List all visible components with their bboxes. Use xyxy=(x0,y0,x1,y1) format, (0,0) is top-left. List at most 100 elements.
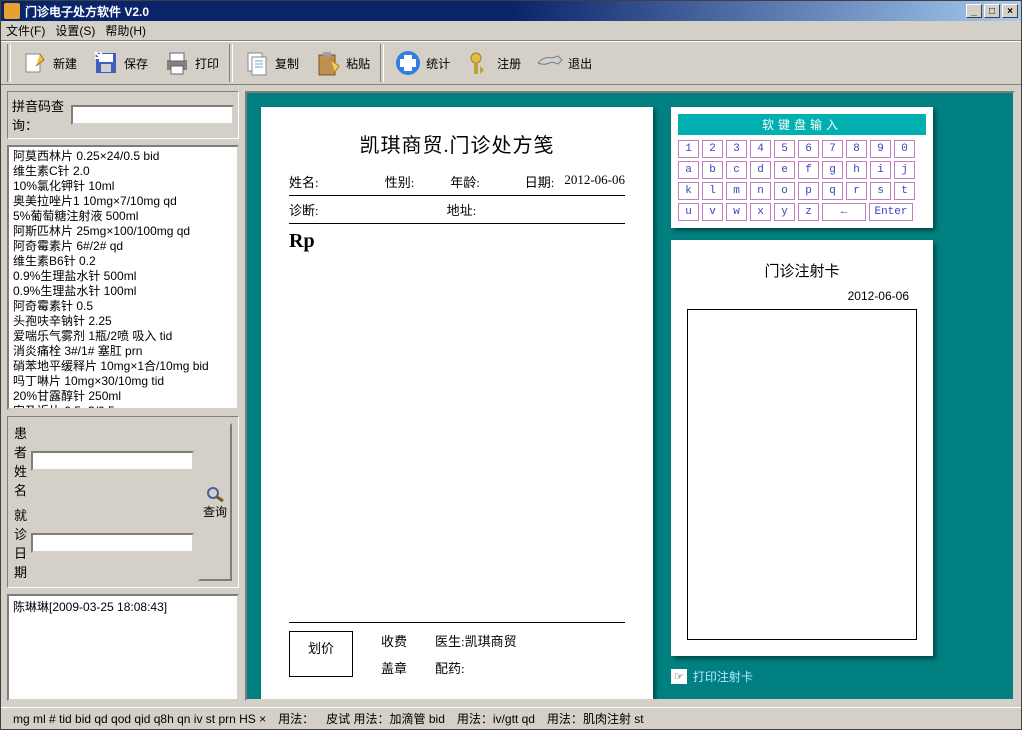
key-v[interactable]: v xyxy=(702,203,723,221)
new-button[interactable]: 新建 xyxy=(14,44,84,82)
search-icon xyxy=(205,485,225,503)
key-p[interactable]: p xyxy=(798,182,819,200)
rp-label: Rp xyxy=(289,224,625,253)
key-k[interactable]: k xyxy=(678,182,699,200)
price-box: 划价 xyxy=(289,631,353,677)
search-input[interactable] xyxy=(71,105,234,125)
keyboard-title: 软键盘输入 xyxy=(678,114,926,135)
key-c[interactable]: c xyxy=(726,161,747,179)
key-Enter[interactable]: Enter xyxy=(869,203,913,221)
key-y[interactable]: y xyxy=(774,203,795,221)
drug-item[interactable]: 阿奇霉素片 6#/2# qd xyxy=(13,239,233,254)
visit-date-input[interactable] xyxy=(31,533,194,553)
key-m[interactable]: m xyxy=(726,182,747,200)
key-q[interactable]: q xyxy=(822,182,843,200)
key-4[interactable]: 4 xyxy=(750,140,771,158)
key-g[interactable]: g xyxy=(822,161,843,179)
dispense-label: 配药: xyxy=(435,658,465,677)
menu-help[interactable]: 帮助(H) xyxy=(105,22,146,39)
key-z[interactable]: z xyxy=(798,203,819,221)
rx-addr-label: 地址: xyxy=(447,200,477,219)
query-button[interactable]: 查询 xyxy=(198,423,232,581)
key-d[interactable]: d xyxy=(750,161,771,179)
paste-button[interactable]: 粘贴 xyxy=(307,44,377,82)
drug-item[interactable]: 10%氯化钾针 10ml xyxy=(13,179,233,194)
key-5[interactable]: 5 xyxy=(774,140,795,158)
drug-item[interactable]: 维生素B6针 0.2 xyxy=(13,254,233,269)
key-b[interactable]: b xyxy=(702,161,723,179)
copy-button[interactable]: 复制 xyxy=(236,44,306,82)
key-h[interactable]: h xyxy=(846,161,867,179)
key-n[interactable]: n xyxy=(750,182,771,200)
key-s[interactable]: s xyxy=(870,182,891,200)
status-bar: mg ml # tid bid qd qod qid q8h qn iv st … xyxy=(1,707,1021,729)
key-7[interactable]: 7 xyxy=(822,140,843,158)
drug-item[interactable]: 奥美拉唑片1 10mg×7/10mg qd xyxy=(13,194,233,209)
rx-body[interactable] xyxy=(289,253,625,622)
status-units[interactable]: mg ml # tid bid qd qod qid q8h qn iv st … xyxy=(9,712,270,726)
rx-date-label: 日期: xyxy=(525,172,555,191)
drug-item[interactable]: 安乃近片 0.5×3/0.5 prn xyxy=(13,404,233,410)
rx-date-value: 2012-06-06 xyxy=(564,172,625,191)
result-item[interactable]: 陈琳琳[2009-03-25 18:08:43] xyxy=(13,598,233,615)
save-button[interactable]: 保存 xyxy=(85,44,155,82)
key-j[interactable]: j xyxy=(894,161,915,179)
key-←[interactable]: ← xyxy=(822,203,866,221)
key-u[interactable]: u xyxy=(678,203,699,221)
drug-item[interactable]: 阿奇霉素针 0.5 xyxy=(13,299,233,314)
drug-item[interactable]: 消炎痛栓 3#/1# 塞肛 prn xyxy=(13,344,233,359)
rx-diag-label: 诊断: xyxy=(289,200,319,219)
drug-item[interactable]: 阿莫西林片 0.25×24/0.5 bid xyxy=(13,149,233,164)
stats-button[interactable]: 统计 xyxy=(387,44,457,82)
key-i[interactable]: i xyxy=(870,161,891,179)
window-title: 门诊电子处方软件 V2.0 xyxy=(25,3,149,20)
key-w[interactable]: w xyxy=(726,203,747,221)
key-f[interactable]: f xyxy=(798,161,819,179)
drug-list[interactable]: 阿莫西林片 0.25×24/0.5 bid维生素C针 2.010%氯化钾针 10… xyxy=(7,145,239,410)
app-icon xyxy=(4,3,20,19)
drug-item[interactable]: 爱喘乐气雾剂 1瓶/2喷 吸入 tid xyxy=(13,329,233,344)
key-8[interactable]: 8 xyxy=(846,140,867,158)
drug-item[interactable]: 维生素C针 2.0 xyxy=(13,164,233,179)
key-a[interactable]: a xyxy=(678,161,699,179)
drug-item[interactable]: 5%葡萄糖注射液 500ml xyxy=(13,209,233,224)
key-6[interactable]: 6 xyxy=(798,140,819,158)
drug-item[interactable]: 吗丁啉片 10mg×30/10mg tid xyxy=(13,374,233,389)
print-card-link[interactable]: ☞ 打印注射卡 xyxy=(671,668,933,685)
key-l[interactable]: l xyxy=(702,182,723,200)
drug-item[interactable]: 头孢呋辛钠针 2.25 xyxy=(13,314,233,329)
rx-title: 凯琪商贸.门诊处方笺 xyxy=(289,129,625,158)
key-1[interactable]: 1 xyxy=(678,140,699,158)
exit-button[interactable]: 退出 xyxy=(529,44,599,82)
close-button[interactable]: × xyxy=(1002,4,1018,18)
soft-keyboard: 软键盘输入 1234567890 abcdefghij klmnopqrst uvwx… xyxy=(671,107,933,228)
key-e[interactable]: e xyxy=(774,161,795,179)
key-x[interactable]: x xyxy=(750,203,771,221)
register-button[interactable]: 注册 xyxy=(458,44,528,82)
drug-item[interactable]: 阿斯匹林片 25mg×100/100mg qd xyxy=(13,224,233,239)
drug-item[interactable]: 20%甘露醇针 250ml xyxy=(13,389,233,404)
key-o[interactable]: o xyxy=(774,182,795,200)
toolbar: 新建 保存 打印 复制 粘贴 统计 注册 退出 xyxy=(1,41,1021,85)
key-9[interactable]: 9 xyxy=(870,140,891,158)
patient-name-input[interactable] xyxy=(31,451,194,471)
drug-item[interactable]: 0.9%生理盐水针 500ml xyxy=(13,269,233,284)
injection-title: 门诊注射卡 xyxy=(687,260,917,281)
query-results[interactable]: 陈琳琳[2009-03-25 18:08:43] xyxy=(7,594,239,701)
maximize-button[interactable]: □ xyxy=(984,4,1000,18)
injection-box[interactable] xyxy=(687,309,917,640)
key-3[interactable]: 3 xyxy=(726,140,747,158)
doctor-value: 凯琪商贸 xyxy=(465,634,517,649)
doctor-label: 医生: xyxy=(435,634,465,649)
drug-item[interactable]: 0.9%生理盐水针 100ml xyxy=(13,284,233,299)
key-0[interactable]: 0 xyxy=(894,140,915,158)
menu-file[interactable]: 文件(F) xyxy=(6,22,45,39)
minimize-button[interactable]: _ xyxy=(966,4,982,18)
key-t[interactable]: t xyxy=(894,182,915,200)
prescription-sheet: 凯琪商贸.门诊处方笺 姓名: 性别: 年龄: 日期:2012-06-06 诊断:… xyxy=(261,107,653,699)
key-r[interactable]: r xyxy=(846,182,867,200)
key-2[interactable]: 2 xyxy=(702,140,723,158)
drug-item[interactable]: 硝苯地平缓释片 10mg×1合/10mg bid xyxy=(13,359,233,374)
menu-settings[interactable]: 设置(S) xyxy=(55,22,95,39)
print-button[interactable]: 打印 xyxy=(156,44,226,82)
